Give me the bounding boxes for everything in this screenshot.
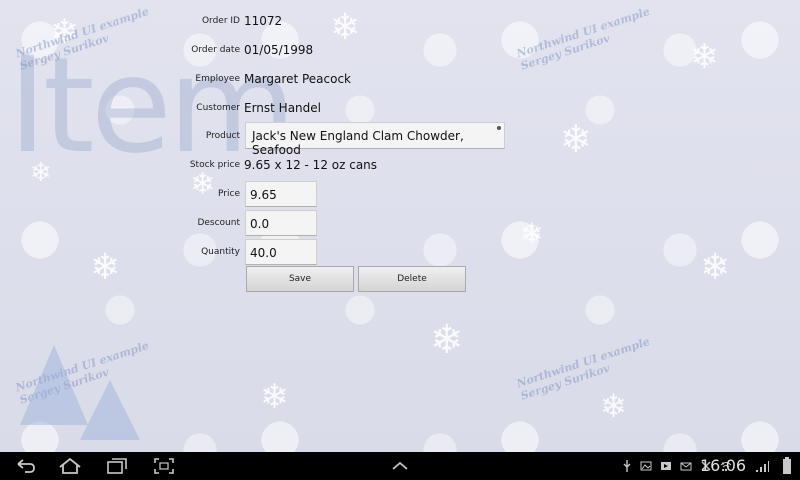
order-id-value: 11072 (244, 14, 283, 28)
battery-icon (782, 457, 792, 475)
image-icon (640, 458, 652, 477)
order-date-value: 01/05/1998 (244, 43, 314, 57)
order-date-label: Order date (191, 45, 240, 55)
dropdown-indicator-icon (497, 126, 501, 130)
back-icon[interactable] (15, 457, 37, 475)
discount-input[interactable]: 0.0 (245, 210, 317, 236)
discount-label: Descount (197, 218, 240, 228)
customer-value: Ernst Handel (244, 101, 321, 115)
mail-icon (680, 458, 692, 477)
price-input[interactable]: 9.65 (245, 181, 317, 207)
product-label: Product (205, 131, 240, 141)
home-icon[interactable] (58, 457, 82, 475)
clock: 16:06 (700, 456, 747, 475)
menu-up-icon[interactable] (390, 457, 410, 475)
employee-value: Margaret Peacock (244, 72, 352, 86)
stock-price-label: Stock price (189, 160, 240, 170)
usb-icon (622, 458, 632, 477)
system-navigation-bar: 16:06 (0, 452, 800, 480)
price-label: Price (218, 189, 240, 199)
quantity-input[interactable]: 40.0 (245, 239, 317, 265)
delete-button[interactable]: Delete (358, 266, 466, 292)
save-button[interactable]: Save (246, 266, 354, 292)
screenshot-icon[interactable] (153, 457, 175, 475)
employee-label: Employee (195, 74, 240, 84)
customer-label: Customer (196, 103, 240, 113)
order-id-label: Order ID (201, 16, 240, 26)
stock-price-value: 9.65 x 12 - 12 oz cans (244, 158, 378, 172)
recent-apps-icon[interactable] (106, 457, 128, 475)
signal-icon (754, 458, 770, 476)
play-icon (660, 458, 672, 477)
quantity-label: Quantity (201, 247, 240, 257)
product-spinner-value: Jack's New England Clam Chowder, Seafood (252, 129, 464, 157)
product-spinner[interactable]: Jack's New England Clam Chowder, Seafood (245, 122, 505, 157)
order-item-form: Order ID 11072 Order date 01/05/1998 Emp… (0, 0, 800, 452)
